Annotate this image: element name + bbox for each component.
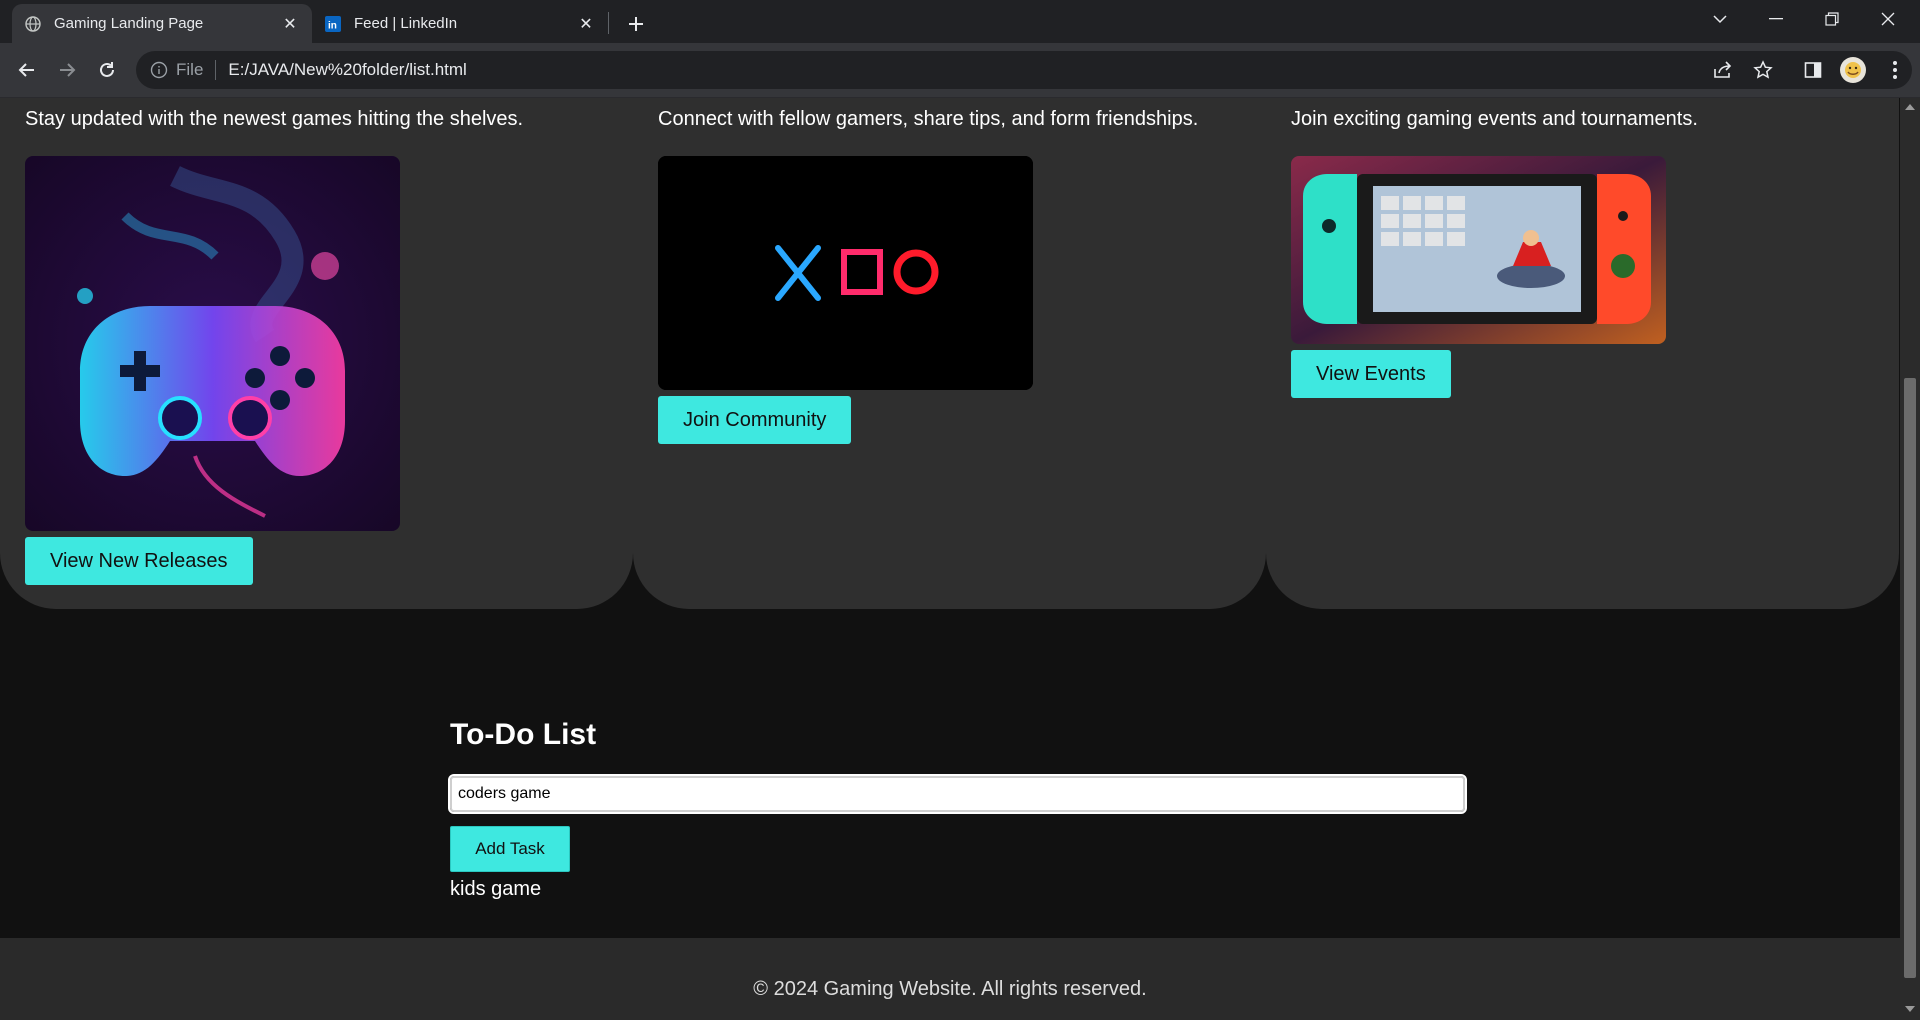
close-window-icon[interactable] bbox=[1860, 0, 1916, 38]
info-icon bbox=[150, 61, 168, 79]
scrollbar-thumb[interactable] bbox=[1904, 378, 1916, 978]
footer: © 2024 Gaming Website. All rights reserv… bbox=[0, 938, 1900, 1020]
card-description: Stay updated with the newest games hitti… bbox=[25, 108, 524, 130]
view-new-releases-button[interactable]: View New Releases bbox=[25, 537, 253, 585]
side-panel-icon[interactable] bbox=[1796, 53, 1830, 87]
svg-text:in: in bbox=[328, 20, 337, 31]
task-input[interactable] bbox=[448, 774, 1467, 814]
back-icon[interactable] bbox=[10, 53, 44, 87]
card-events: Join exciting gaming events and tourname… bbox=[1266, 98, 1899, 609]
tab-divider bbox=[608, 12, 609, 34]
page-viewport: Stay updated with the newest games hitti… bbox=[0, 98, 1900, 1020]
card-new-releases: Stay updated with the newest games hitti… bbox=[0, 98, 633, 609]
scheme-label: File bbox=[176, 60, 204, 79]
tab-gaming-landing-page[interactable]: Gaming Landing Page ✕ bbox=[12, 4, 312, 43]
close-icon[interactable]: ✕ bbox=[280, 14, 300, 34]
card-description: Join exciting gaming events and tourname… bbox=[1291, 108, 1698, 130]
tab-title: Feed | LinkedIn bbox=[354, 15, 458, 32]
tab-search-icon[interactable] bbox=[1692, 0, 1748, 38]
feature-cards: Stay updated with the newest games hitti… bbox=[0, 98, 1900, 609]
tab-linkedin-feed[interactable]: in Feed | LinkedIn ✕ bbox=[312, 4, 608, 43]
add-task-button[interactable]: Add Task bbox=[450, 826, 570, 872]
browser-toolbar: File E:/JAVA/New%20folder/list.html bbox=[0, 43, 1920, 98]
todo-title: To-Do List bbox=[450, 718, 597, 751]
view-events-button[interactable]: View Events bbox=[1291, 350, 1451, 398]
neon-gamepad-image bbox=[25, 156, 400, 531]
scroll-down-arrow-icon[interactable] bbox=[1905, 1006, 1915, 1012]
url-text[interactable]: E:/JAVA/New%20folder/list.html bbox=[228, 60, 466, 80]
close-icon[interactable]: ✕ bbox=[576, 14, 596, 34]
playstation-symbols-image bbox=[658, 156, 1033, 390]
new-tab-button[interactable] bbox=[620, 8, 652, 40]
tab-title: Gaming Landing Page bbox=[54, 15, 204, 32]
copyright-text: © 2024 Gaming Website. All rights reserv… bbox=[753, 978, 1147, 1000]
site-info-button[interactable]: File bbox=[150, 60, 203, 80]
nintendo-switch-image bbox=[1291, 156, 1666, 344]
restore-icon[interactable] bbox=[1804, 0, 1860, 38]
linkedin-icon: in bbox=[324, 15, 342, 33]
vertical-scrollbar[interactable] bbox=[1900, 98, 1920, 1020]
omnibox-divider bbox=[215, 60, 217, 80]
tab-strip: Gaming Landing Page ✕ in Feed | LinkedIn… bbox=[0, 0, 1920, 43]
minimize-icon[interactable] bbox=[1748, 0, 1804, 38]
list-item: kids game bbox=[450, 878, 542, 900]
address-bar[interactable]: File E:/JAVA/New%20folder/list.html bbox=[136, 51, 1912, 89]
forward-icon[interactable] bbox=[50, 53, 84, 87]
share-icon[interactable] bbox=[1706, 53, 1740, 87]
card-community: Connect with fellow gamers, share tips, … bbox=[633, 98, 1266, 609]
globe-icon bbox=[24, 15, 42, 33]
reload-icon[interactable] bbox=[90, 53, 124, 87]
join-community-button[interactable]: Join Community bbox=[658, 396, 852, 444]
bookmark-star-icon[interactable] bbox=[1746, 53, 1780, 87]
menu-kebab-icon[interactable] bbox=[1878, 53, 1912, 87]
scroll-up-arrow-icon[interactable] bbox=[1905, 104, 1915, 110]
avatar[interactable] bbox=[1836, 53, 1870, 87]
card-description: Connect with fellow gamers, share tips, … bbox=[658, 108, 1199, 130]
